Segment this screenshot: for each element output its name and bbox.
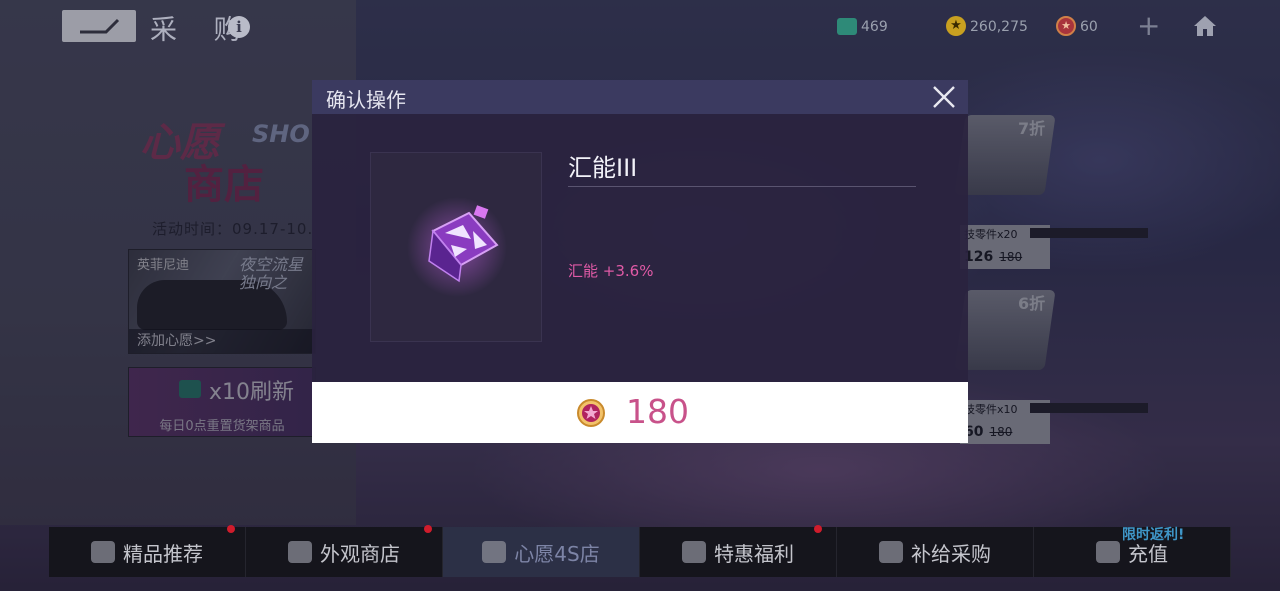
confirm-purchase-button[interactable]: 180 (312, 382, 968, 443)
item-name: 汇能III (568, 154, 638, 182)
game-shop-screen: 心愿 SHO 商店 活动时间：09.17-10.14 英菲尼迪 夜空流星 独向之… (0, 0, 1280, 591)
dialog-title: 确认操作 (326, 88, 406, 112)
dialog-header: 确认操作 (312, 80, 968, 114)
item-effect: 汇能 +3.6% (568, 262, 654, 280)
close-icon (933, 86, 955, 108)
item-image-frame (370, 152, 542, 342)
price-value: 180 (626, 392, 689, 431)
gem-icon (577, 399, 605, 427)
confirm-dialog: 确认操作 汇能III 汇能 +3.6% 180 (0, 0, 1280, 591)
item-divider (568, 186, 916, 187)
close-button[interactable] (930, 83, 958, 111)
energy-chip-icon (407, 197, 507, 297)
dialog-body: 汇能III 汇能 +3.6% (312, 114, 968, 382)
